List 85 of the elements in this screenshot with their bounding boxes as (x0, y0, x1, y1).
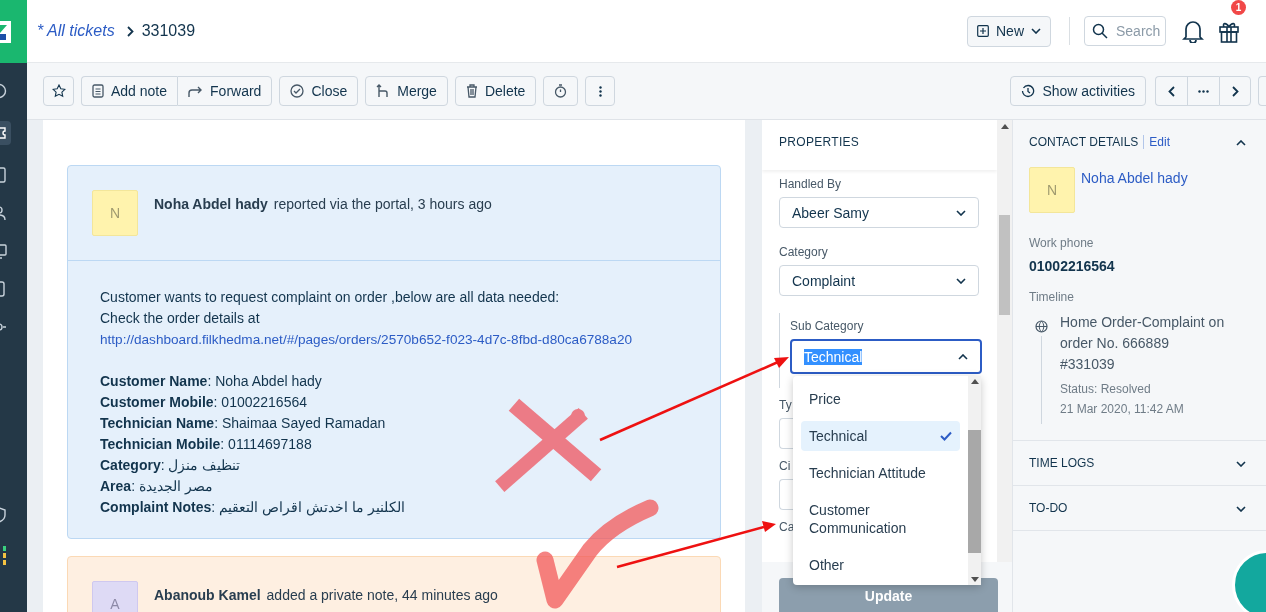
notification-badge: 1 (1231, 0, 1246, 15)
collapse-icon (1236, 140, 1246, 146)
ticket-number: #331039 (1060, 355, 1116, 374)
toolbar-button[interactable]: Add note (81, 76, 178, 106)
new-button[interactable]: New (967, 15, 1051, 47)
field-label: Category (779, 245, 828, 259)
search-field[interactable]: Search (1084, 16, 1166, 46)
next-button[interactable] (1219, 76, 1251, 106)
globe-icon (1035, 320, 1048, 333)
section-title[interactable]: TO-DO (1029, 501, 1068, 515)
status-text: Status: Resolved (1060, 381, 1152, 398)
scrollbar-thumb[interactable] (968, 430, 981, 553)
scrollbar[interactable] (968, 376, 981, 585)
message-text: Check the order details at (100, 309, 261, 328)
chevron-right-icon (1231, 85, 1239, 97)
merge-icon (376, 84, 391, 98)
avatar: N (1029, 167, 1075, 213)
toolbar-button[interactable]: Merge (365, 76, 448, 106)
date-text: 21 Mar 2020, 11:42 AM (1060, 401, 1185, 418)
star-button[interactable] (43, 76, 74, 106)
chevron-right-icon (126, 25, 134, 37)
field-label: Ci (779, 459, 791, 473)
toolbar-button[interactable]: Close (279, 76, 359, 106)
scroll-up-icon[interactable] (1000, 124, 1009, 129)
toolbar-button[interactable]: Delete (454, 76, 537, 106)
chevron-left-icon (1168, 85, 1175, 97)
scrollbar-thumb[interactable] (999, 215, 1010, 315)
dropdown-option[interactable]: Customer Communication (801, 495, 960, 543)
toolbar-button[interactable]: Forward (177, 76, 273, 106)
dropdown-option[interactable]: Other (801, 550, 960, 580)
bell-icon[interactable] (1182, 19, 1204, 43)
previous-button[interactable] (1155, 76, 1187, 106)
chevron-down-icon (956, 209, 966, 216)
logo-icon[interactable] (0, 20, 11, 43)
expand-icon (1236, 461, 1246, 467)
show-activities-button[interactable]: Show activities (1010, 76, 1146, 106)
detail-line: Customer Name: Noha Abdel hady (100, 372, 323, 391)
chevron-up-icon (958, 353, 968, 360)
breadcrumb-link[interactable]: * All tickets (37, 22, 115, 40)
section-title: CONTACT DETAILS (1029, 135, 1139, 149)
check-circle-icon (290, 84, 305, 98)
trash-icon (465, 84, 478, 98)
expand-icon (1236, 506, 1246, 512)
field-label: Handled By (779, 177, 842, 191)
detail-line: Technician Mobile: 01114697188 (100, 435, 313, 454)
field-label: Work phone (1029, 236, 1095, 250)
stopwatch-icon (554, 84, 568, 98)
field-label: Ty (779, 398, 792, 412)
field-label: Sub Category (790, 319, 864, 333)
forward-icon (188, 84, 204, 98)
ticket-number: 331039 (141, 22, 196, 40)
phone-number: 01002216564 (1029, 258, 1116, 274)
scrollbar[interactable] (997, 120, 1012, 562)
field-label: Timeline (1029, 290, 1075, 304)
history-icon (1021, 84, 1036, 98)
contact-name-link[interactable]: Noha Abdel hady (1081, 167, 1188, 213)
dropdown-field[interactable]: Abeer Samy (779, 197, 979, 228)
activity-text: Abanoub Kamel added a private note, 44 minutes ago (154, 586, 498, 605)
caret-icon (1031, 28, 1041, 34)
avatar: A (92, 581, 138, 612)
timer-button[interactable] (543, 76, 579, 106)
panel-title: PROPERTIES (762, 120, 997, 170)
avatar: N (92, 190, 138, 236)
chevron-down-icon (956, 277, 966, 284)
activity-text: Noha Abdel hady reported via the portal, 3 hours ago (154, 195, 492, 214)
dropdown-option[interactable]: Technical (801, 421, 960, 451)
dots-icon (1198, 89, 1209, 93)
dropdown-option[interactable]: Technician Attitude (801, 458, 960, 488)
plus-square-icon (977, 25, 989, 37)
section-title[interactable]: TIME LOGS (1029, 456, 1095, 470)
order-link[interactable]: http://dashboard.filkhedma.net/#/pages/orders/2570b652-f023-4d7c-8fbd-d80ca6788a20 (100, 332, 633, 347)
star-icon (51, 84, 66, 98)
check-icon (940, 431, 952, 441)
detail-line: Customer Mobile: 01002216564 (100, 393, 308, 412)
message-text: Customer wants to request complaint on order ,below are all data needed: (100, 288, 561, 307)
scroll-down-icon[interactable] (970, 577, 979, 582)
field-label: Ca (779, 520, 795, 534)
dropdown-option[interactable]: Price (801, 384, 960, 414)
detail-line: Technician Name: Shaimaa Sayed Ramadan (100, 414, 387, 433)
note-icon (92, 84, 104, 98)
timeline-title: Home Order-Complaint on order No. 666889 (1060, 313, 1226, 353)
vertical-dots-icon (598, 85, 602, 97)
dropdown-field[interactable]: Complaint (779, 265, 979, 296)
edit-link[interactable]: Edit (1143, 135, 1171, 149)
scroll-up-icon[interactable] (970, 379, 979, 384)
